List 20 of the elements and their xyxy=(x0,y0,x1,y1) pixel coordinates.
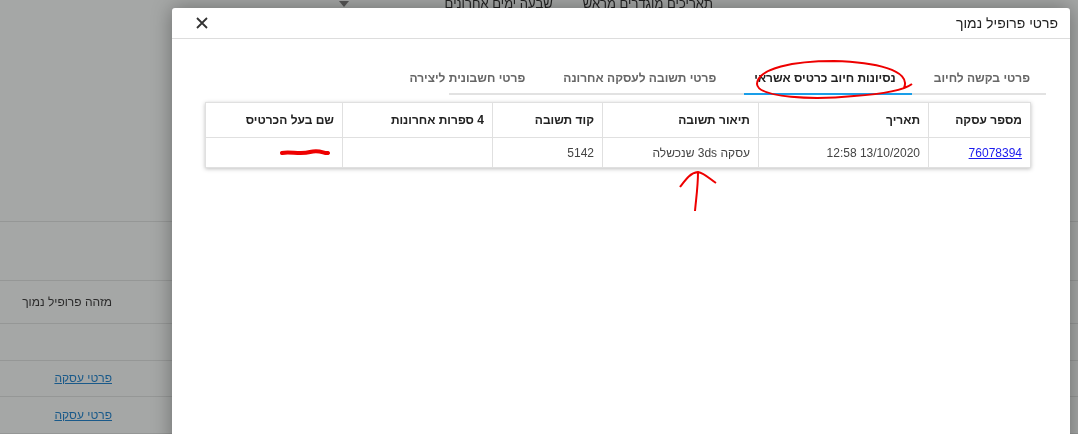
column-header: מספר עסקה xyxy=(928,102,1031,138)
redaction-scribble xyxy=(280,148,330,157)
transaction-details-link[interactable]: פרטי עסקה xyxy=(54,408,112,423)
transaction-details-link[interactable]: פרטי עסקה xyxy=(54,371,112,386)
filter-label[interactable]: תאריכים מוגדרים מראש xyxy=(582,0,713,11)
column-header: שם בעל הכרטיס xyxy=(205,102,343,138)
table-cell: 5142 xyxy=(492,137,603,168)
column-header: תאריך xyxy=(758,102,929,138)
tab[interactable]: פרטי תשובה לעסקה אחרונה xyxy=(553,63,733,95)
column-header: תיאור תשובה xyxy=(602,102,759,138)
table-cell: עסקה 3ds שנכשלה xyxy=(602,137,759,168)
table-cell: 12:58 13/10/2020 xyxy=(758,137,929,168)
field-label: מזהה פרופיל נמוך xyxy=(22,294,112,309)
close-button[interactable] xyxy=(194,15,210,31)
period-dropdown[interactable]: שבעה ימים אחרונים xyxy=(338,0,553,11)
dialog-title: פרטי פרופיל נמוך xyxy=(956,15,1058,31)
column-header: קוד תשובה xyxy=(492,102,603,138)
tab[interactable]: פרטי בקשה לחיוב xyxy=(923,63,1046,95)
column-header: 4 ספרות אחרונות xyxy=(342,102,493,138)
tab[interactable]: פרטי חשבונית ליצירה xyxy=(399,63,542,95)
